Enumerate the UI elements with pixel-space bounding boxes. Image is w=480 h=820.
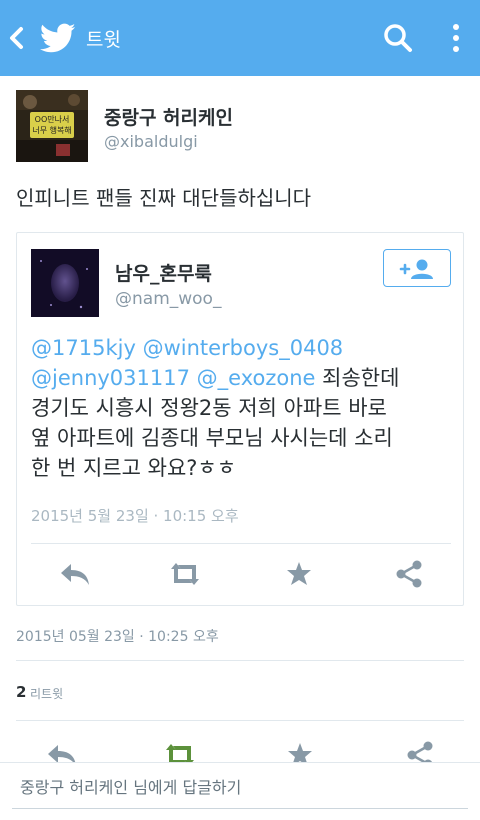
tweet-timestamp: 2015년 05월 23일 · 10:25 오후 [16, 629, 219, 645]
back-chevron-icon[interactable] [6, 24, 28, 52]
mention-link[interactable]: @1715kjy [31, 336, 136, 360]
mention-link[interactable]: @winterboys_0408 [143, 336, 344, 360]
quoted-action-bar [17, 555, 465, 595]
add-user-icon [399, 259, 433, 279]
divider [16, 660, 464, 661]
overflow-menu-icon[interactable] [446, 20, 466, 56]
svg-text:너무 행복해: 너무 행복해 [32, 125, 71, 135]
quoted-author-handle[interactable]: @nam_woo_ [115, 289, 221, 309]
divider [16, 720, 464, 721]
reply-bar [0, 762, 480, 820]
favorite-icon[interactable] [281, 559, 317, 589]
app-header: 트윗 [0, 0, 480, 76]
reply-icon[interactable] [57, 559, 93, 589]
quoted-text-line: 옆 아파트에 김종대 부모님 사시는데 소리 [31, 426, 393, 450]
quoted-timestamp: 2015년 5월 23일 · 10:15 오후 [31, 507, 239, 525]
retweet-icon[interactable] [167, 559, 203, 589]
mention-link[interactable]: @jenny031117 [31, 366, 190, 390]
quoted-text-line: 경기도 시흥시 정왕2동 저희 아파트 바로 [31, 396, 387, 420]
share-icon[interactable] [391, 559, 427, 589]
author-handle[interactable]: @xibaldulgi [104, 132, 198, 151]
retweet-label[interactable]: 리트윗 [30, 685, 63, 702]
follow-button[interactable] [383, 249, 451, 287]
author-avatar[interactable]: OO만나서 너무 행복해 [16, 90, 88, 162]
quoted-author-avatar[interactable] [31, 249, 99, 317]
twitter-bird-icon[interactable] [39, 20, 76, 56]
quoted-text-segment: 죄송한데 [322, 366, 400, 390]
quoted-tweet-text: @1715kjy @winterboys_0408 @jenny031117 @… [31, 333, 455, 483]
page-title: 트윗 [86, 29, 121, 51]
retweet-count[interactable]: 2 [16, 683, 26, 701]
svg-text:OO만나서: OO만나서 [35, 115, 70, 124]
quoted-tweet-card[interactable]: 남우_혼무룩 @nam_woo_ @1715kjy @winterboys_04… [16, 232, 464, 606]
author-name[interactable]: 중랑구 허리케인 [104, 103, 233, 130]
tweet-text: 인피니트 팬들 진짜 대단들하십니다 [16, 186, 312, 210]
search-icon[interactable] [382, 22, 414, 54]
mention-link[interactable]: @_exozone [197, 366, 316, 390]
divider [31, 543, 451, 544]
reply-input[interactable] [12, 767, 468, 809]
quoted-author-name[interactable]: 남우_혼무룩 [115, 259, 212, 286]
quoted-text-line: 한 번 지르고 와요?ㅎㅎ [31, 456, 237, 480]
